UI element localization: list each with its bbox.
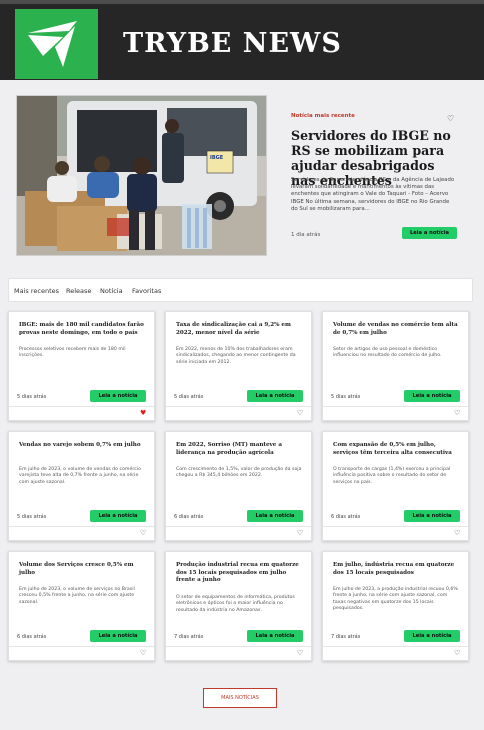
card-time: 7 dias atrás — [331, 634, 361, 640]
heart-icon[interactable]: ♡ — [297, 529, 303, 537]
card-read-button[interactable]: Leia a notícia — [247, 630, 303, 642]
news-card: Volume dos Serviços cresce 0,5% em julho… — [8, 551, 155, 661]
card-description: O setor de equipamentos de informática, … — [176, 595, 295, 613]
card-description: Em julho de 2023, o volume de vendas do … — [19, 467, 141, 485]
card-divider — [166, 526, 311, 527]
card-description: O transporte de cargas (1,4%) exerceu a … — [333, 467, 451, 485]
card-read-button[interactable]: Leia a notícia — [247, 390, 303, 402]
card-title[interactable]: Em julho, indústria recua em quatorze do… — [333, 562, 460, 577]
heart-icon[interactable]: ♡ — [297, 649, 303, 657]
card-read-button[interactable]: Leia a notícia — [247, 510, 303, 522]
card-read-button[interactable]: Leia a notícia — [90, 510, 146, 522]
card-description: Com crescimento de 1,5%, valor de produç… — [176, 467, 302, 479]
card-title[interactable]: Vendas no varejo sobem 0,7% em julho — [19, 442, 146, 450]
card-description: Processos seletivos recebem mais de 180 … — [19, 347, 126, 359]
card-time: 5 dias atrás — [17, 514, 47, 520]
card-read-button[interactable]: Leia a notícia — [90, 390, 146, 402]
card-description: Em julho de 2023, o volume de serviços n… — [19, 587, 135, 605]
card-read-button[interactable]: Leia a notícia — [404, 390, 460, 402]
card-read-button[interactable]: Leia a notícia — [90, 630, 146, 642]
card-time: 5 dias atrás — [17, 394, 47, 400]
card-time: 7 dias atrás — [174, 634, 204, 640]
site-title: TRYBE NEWS — [123, 28, 342, 59]
card-title[interactable]: Produção industrial recua em quatorze do… — [176, 562, 303, 585]
card-time: 5 dias atrás — [331, 394, 361, 400]
card-divider — [166, 406, 311, 407]
card-time: 5 dias atrás — [174, 394, 204, 400]
card-description: Em 2022, menos de 10% dos trabalhadores … — [176, 347, 296, 365]
card-divider — [166, 646, 311, 647]
card-read-button[interactable]: Leia a notícia — [404, 630, 460, 642]
card-read-button[interactable]: Leia a notícia — [404, 510, 460, 522]
heart-icon[interactable]: ♡ — [454, 409, 460, 417]
heart-icon[interactable]: ♡ — [297, 409, 303, 417]
van-label: IBGE — [210, 155, 224, 161]
news-card: Em 2022, Sorriso (MT) manteve a lideranç… — [165, 431, 312, 541]
card-title[interactable]: Volume de vendas no comércio tem alta de… — [333, 322, 460, 337]
tab-mais-recentes[interactable]: Mais recentes — [14, 287, 59, 295]
news-card: Em julho, indústria recua em quatorze do… — [322, 551, 469, 661]
card-divider — [9, 646, 154, 647]
hero-time: 1 dia atrás — [291, 232, 321, 238]
hero-read-button[interactable]: Leia a notícia — [402, 227, 457, 239]
heart-icon[interactable]: ♡ — [447, 114, 454, 123]
news-card: Taxa de sindicalização cai a 9,2% em 202… — [165, 311, 312, 421]
card-divider — [323, 406, 468, 407]
tab-noticia[interactable]: Notícia — [100, 287, 123, 295]
tab-release[interactable]: Release — [66, 287, 91, 295]
site-header: TRYBE NEWS — [0, 4, 484, 80]
card-time: 6 dias atrás — [331, 514, 361, 520]
heart-icon[interactable]: ♡ — [140, 529, 146, 537]
heart-filled-icon[interactable]: ♥ — [140, 409, 146, 417]
hero-image: IBGE — [16, 95, 267, 256]
card-title[interactable]: IBGE: mais de 180 mil candidatos farão p… — [19, 322, 146, 337]
card-time: 6 dias atrás — [174, 514, 204, 520]
news-card: IBGE: mais de 180 mil candidatos farão p… — [8, 311, 155, 421]
card-title[interactable]: Com expansão de 0,5% em julho, serviços … — [333, 442, 460, 457]
hero-description: Servidores da Superintendência RS e da A… — [291, 177, 455, 212]
card-description: Setor de artigos de uso pessoal e domést… — [333, 347, 442, 359]
trybe-logo-icon[interactable] — [15, 9, 98, 79]
card-divider — [323, 526, 468, 527]
heart-icon[interactable]: ♡ — [454, 529, 460, 537]
card-divider — [323, 646, 468, 647]
card-time: 6 dias atrás — [17, 634, 47, 640]
card-divider — [9, 406, 154, 407]
news-card: Vendas no varejo sobem 0,7% em julho Em … — [8, 431, 155, 541]
card-title[interactable]: Taxa de sindicalização cai a 9,2% em 202… — [176, 322, 303, 337]
news-card: Com expansão de 0,5% em julho, serviços … — [322, 431, 469, 541]
news-card: Produção industrial recua em quatorze do… — [165, 551, 312, 661]
heart-icon[interactable]: ♡ — [454, 649, 460, 657]
card-description: Em julho de 2023, a produção industrial … — [333, 587, 458, 612]
filter-tabs: Mais recentes Release Notícia Favoritas — [8, 278, 473, 302]
more-news-button[interactable]: MAIS NOTÍCIAS — [203, 688, 277, 708]
card-title[interactable]: Volume dos Serviços cresce 0,5% em julho — [19, 562, 146, 577]
news-card: Volume de vendas no comércio tem alta de… — [322, 311, 469, 421]
card-divider — [9, 526, 154, 527]
hero-tag: Notícia mais recente — [291, 113, 355, 119]
card-title[interactable]: Em 2022, Sorriso (MT) manteve a lideranç… — [176, 442, 303, 457]
heart-icon[interactable]: ♡ — [140, 649, 146, 657]
tab-favoritas[interactable]: Favoritas — [132, 287, 161, 295]
